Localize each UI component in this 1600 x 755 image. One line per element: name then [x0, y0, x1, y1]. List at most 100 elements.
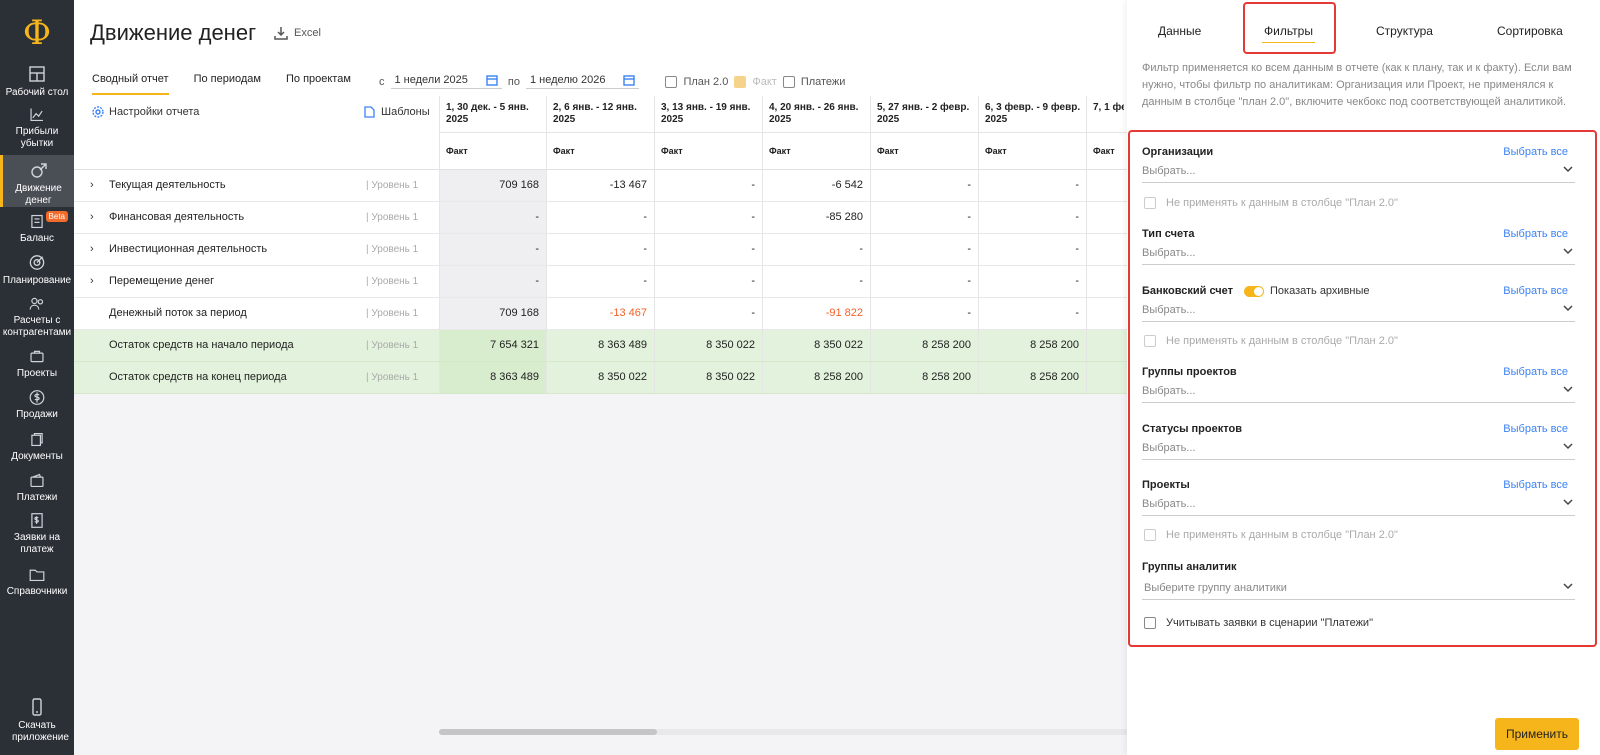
- sidebar-item-payments[interactable]: Платежи: [0, 472, 74, 504]
- consider-requests-option[interactable]: Учитывать заявки в сценарии "Платежи": [1144, 617, 1373, 629]
- document-icon: [364, 106, 375, 118]
- filter-note: Фильтр применяется ко всем данным в отче…: [1142, 62, 1572, 108]
- tab-summary[interactable]: Сводный отчет: [92, 73, 169, 95]
- sidebar-item-sales[interactable]: Продажи: [0, 389, 74, 421]
- table-cell: -: [546, 266, 654, 297]
- table-cell: [1086, 330, 1127, 361]
- plan-checkbox-option[interactable]: План 2.0: [665, 75, 728, 88]
- bank-account-select-all[interactable]: Выбрать все: [1503, 285, 1568, 297]
- table-cell: -: [546, 202, 654, 233]
- planning-icon: [29, 255, 45, 270]
- chevron-down-icon: [1563, 581, 1573, 591]
- tab-by-periods[interactable]: По периодам: [194, 73, 261, 95]
- org-not-apply-checkbox[interactable]: [1144, 197, 1156, 209]
- sidebar-item-dashboard[interactable]: Рабочий стол: [0, 64, 74, 100]
- account-type-select[interactable]: Выбрать...: [1142, 243, 1575, 265]
- projects-select[interactable]: Выбрать...: [1142, 494, 1575, 516]
- payments-checkbox-option[interactable]: Платежи: [782, 75, 845, 88]
- sidebar-item-contractors[interactable]: Расчеты с контрагентами: [0, 295, 74, 339]
- table-cell: -13 467: [546, 170, 654, 201]
- table-cell: -: [870, 202, 978, 233]
- sidebar-item-projects[interactable]: Проекты: [0, 348, 74, 380]
- expand-chevron-icon[interactable]: ›: [90, 275, 94, 287]
- table-cell: -: [870, 234, 978, 265]
- tab-data[interactable]: Данные: [1158, 24, 1201, 38]
- project-statuses-placeholder: Выбрать...: [1142, 442, 1196, 454]
- bank-not-apply-option[interactable]: Не применять к данным в столбце "План 2.…: [1144, 335, 1398, 347]
- bank-account-select[interactable]: Выбрать...: [1142, 300, 1575, 322]
- org-select-all[interactable]: Выбрать все: [1503, 146, 1568, 158]
- org-not-apply-option[interactable]: Не применять к данным в столбце "План 2.…: [1144, 197, 1398, 209]
- expand-chevron-icon[interactable]: ›: [90, 243, 94, 255]
- sidebar-item-pnl[interactable]: Прибыли убытки: [0, 106, 74, 150]
- tab-structure[interactable]: Структура: [1376, 24, 1433, 38]
- excel-export-button[interactable]: Excel: [274, 26, 321, 40]
- panel-tabs: Данные Фильтры Структура Сортировка: [1127, 0, 1600, 60]
- project-statuses-select[interactable]: Выбрать...: [1142, 438, 1575, 460]
- column-header: 1, 30 дек. - 5 янв. 2025 Факт: [439, 96, 546, 170]
- sidebar-item-balance[interactable]: Beta Баланс: [0, 211, 74, 245]
- column-date: 6, 3 февр. - 9 февр. 2025: [985, 102, 1081, 125]
- account-type-select-all[interactable]: Выбрать все: [1503, 228, 1568, 240]
- app-logo[interactable]: Ф: [0, 10, 74, 56]
- scrollbar-thumb[interactable]: [439, 729, 657, 735]
- report-settings-button[interactable]: Настройки отчета: [92, 106, 199, 118]
- templates-button[interactable]: Шаблоны: [364, 106, 430, 118]
- show-archived-toggle[interactable]: [1244, 286, 1264, 297]
- sidebar-item-label: Проекты: [16, 368, 58, 379]
- request-icon: [31, 513, 43, 528]
- sidebar-item-planning[interactable]: Планирование: [0, 253, 74, 287]
- bank-not-apply-checkbox[interactable]: [1144, 335, 1156, 347]
- row-name: Денежный поток за период: [109, 307, 247, 319]
- projects-select-all[interactable]: Выбрать все: [1503, 479, 1568, 491]
- column-kind: Факт: [985, 146, 1007, 156]
- mobile-phone-icon: [32, 698, 42, 716]
- project-statuses-select-all[interactable]: Выбрать все: [1503, 423, 1568, 435]
- analytics-groups-select[interactable]: Выберите группу аналитики: [1142, 578, 1575, 600]
- sidebar-item-label: Прибыли убытки: [15, 126, 59, 149]
- sidebar-item-documents[interactable]: Документы: [0, 431, 74, 463]
- report-settings-label: Настройки отчета: [109, 106, 200, 118]
- documents-icon: [31, 432, 43, 447]
- horizontal-scrollbar[interactable]: [439, 729, 1129, 735]
- tab-sorting[interactable]: Сортировка: [1497, 24, 1563, 38]
- period-to-input[interactable]: 1 неделю 2026: [525, 74, 640, 89]
- bank-account-placeholder: Выбрать...: [1142, 304, 1196, 316]
- table-cell: 8 363 489: [439, 362, 546, 393]
- sidebar-item-requests[interactable]: Заявки на платеж: [0, 512, 74, 556]
- fact-checkbox: [734, 75, 747, 88]
- period-from-input[interactable]: 1 недели 2025: [390, 74, 502, 89]
- plan-checkbox[interactable]: [665, 75, 678, 88]
- project-groups-select[interactable]: Выбрать...: [1142, 381, 1575, 403]
- sidebar-item-references[interactable]: Справочники: [0, 566, 74, 598]
- tab-by-projects[interactable]: По проектам: [286, 73, 351, 95]
- table-cell: -6 542: [762, 170, 870, 201]
- apply-button[interactable]: Применить: [1495, 718, 1579, 750]
- table-cell: -: [870, 170, 978, 201]
- download-icon: [274, 27, 288, 40]
- projects-not-apply-option[interactable]: Не применять к данным в столбце "План 2.…: [1144, 529, 1398, 541]
- sidebar-item-cashflow[interactable]: Движение денег: [0, 155, 74, 207]
- table-row[interactable]: › Финансовая деятельность | Уровень 1- - - -8…: [74, 202, 1127, 234]
- projects-not-apply-checkbox[interactable]: [1144, 529, 1156, 541]
- payments-checkbox[interactable]: [782, 75, 795, 88]
- org-select[interactable]: Выбрать...: [1142, 161, 1575, 183]
- beta-badge: Beta: [45, 211, 68, 222]
- project-groups-select-all[interactable]: Выбрать все: [1503, 366, 1568, 378]
- table-cell: -: [654, 298, 762, 329]
- table-cell: -: [978, 170, 1086, 201]
- table-row[interactable]: › Перемещение денег | Уровень 1------: [74, 266, 1127, 298]
- expand-chevron-icon[interactable]: ›: [90, 179, 94, 191]
- gear-icon: [92, 106, 104, 118]
- expand-chevron-icon[interactable]: ›: [90, 211, 94, 223]
- table-cell: -: [762, 266, 870, 297]
- analytics-groups-placeholder: Выберите группу аналитики: [1144, 582, 1287, 594]
- table-row[interactable]: › Текущая деятельность | Уровень 1 709 168-…: [74, 170, 1127, 202]
- period-from-label: с: [379, 75, 385, 88]
- column-kind: Факт: [446, 146, 468, 156]
- sidebar-download-app[interactable]: Скачать приложение: [0, 697, 74, 745]
- consider-requests-checkbox[interactable]: [1144, 617, 1156, 629]
- table-row[interactable]: › Инвестиционная деятельность | Уровень 1 -…: [74, 234, 1127, 266]
- table-cell: -91 822: [762, 298, 870, 329]
- contractors-icon: [29, 297, 44, 310]
